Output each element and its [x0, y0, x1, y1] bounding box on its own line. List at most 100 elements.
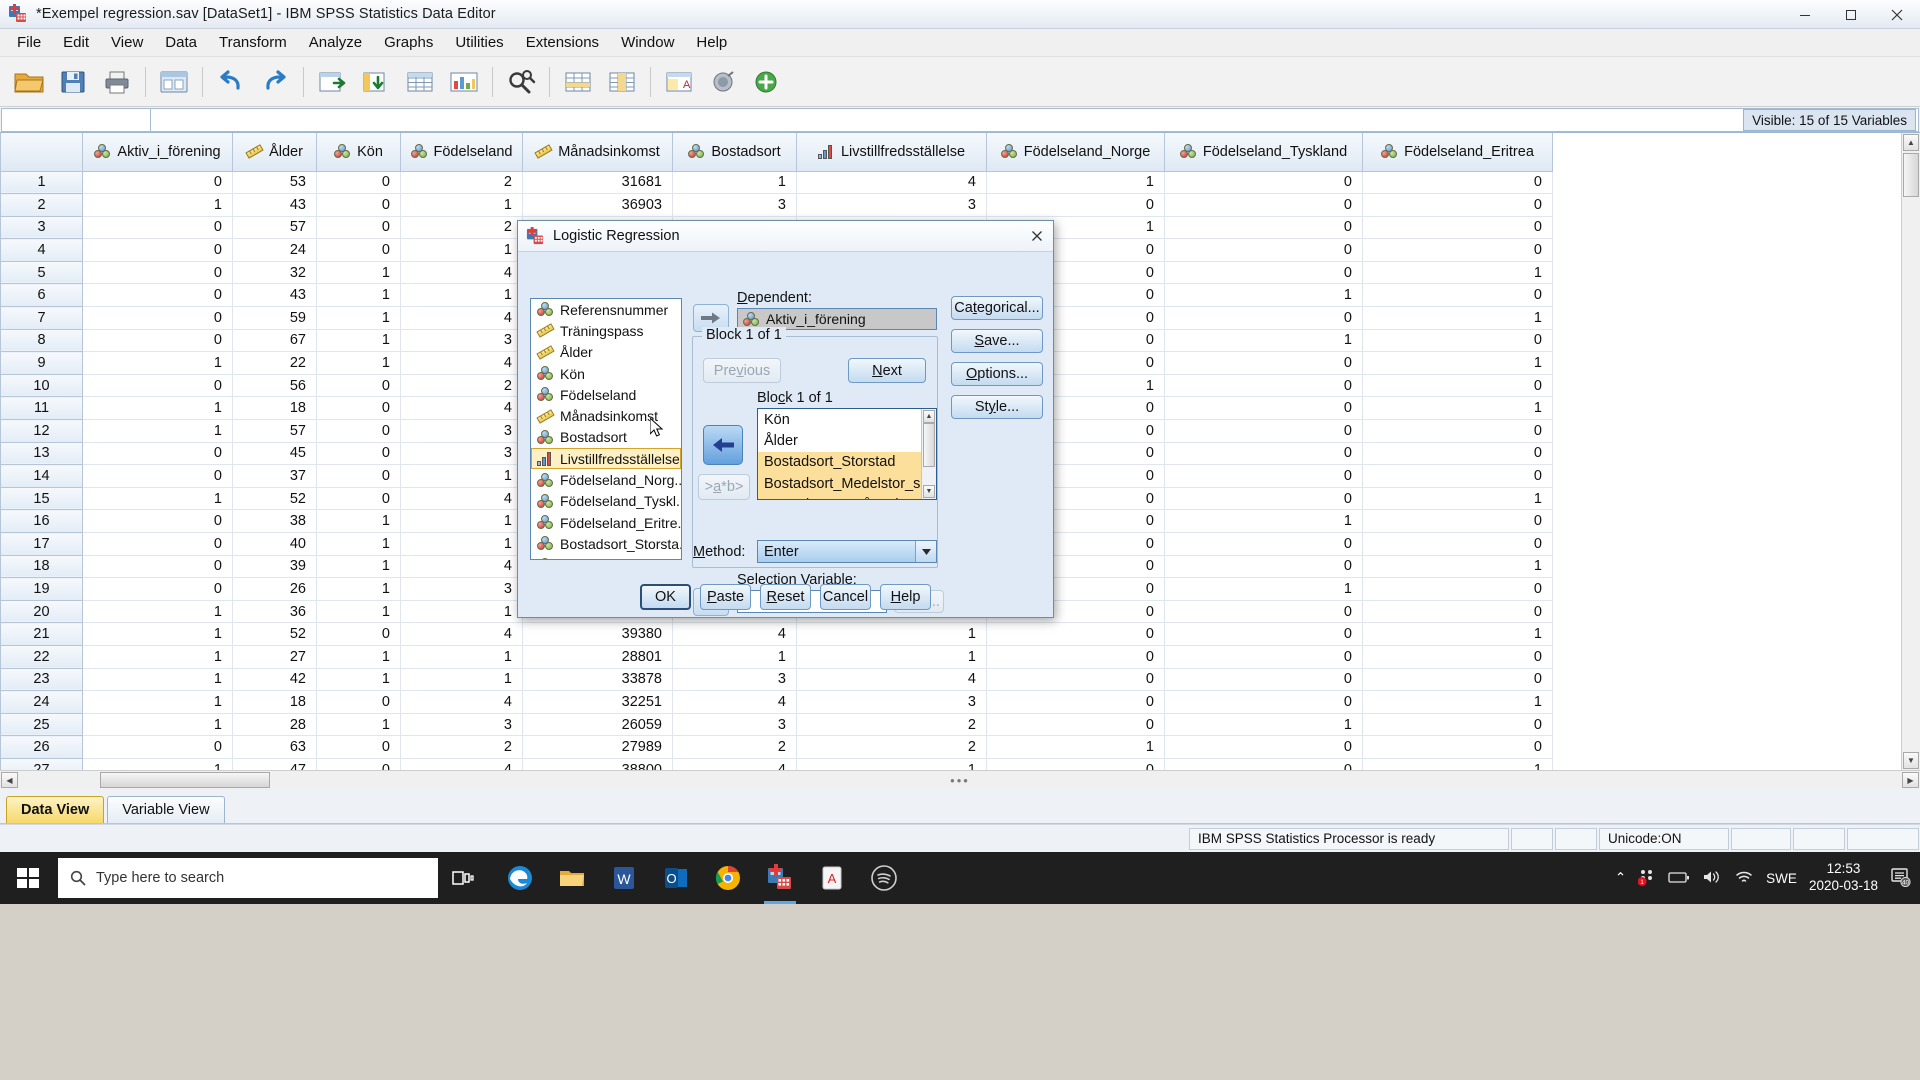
grid-cell[interactable]: 1: [1164, 283, 1363, 308]
source-variable-list[interactable]: Referensnummer Träningspass Ålder Kön Födels…: [530, 298, 682, 560]
clock[interactable]: 12:53 2020-03-18: [1809, 861, 1878, 895]
grid-cell[interactable]: 0: [1362, 171, 1553, 195]
grid-cell[interactable]: 43: [232, 193, 317, 217]
grid-cell[interactable]: 0: [1164, 668, 1363, 692]
print-icon[interactable]: [96, 61, 138, 103]
select-cases-icon[interactable]: [746, 61, 788, 103]
table-row[interactable]: 26 0 63 0 2 27989 2 2 1 0 0: [0, 735, 1553, 759]
grid-cell[interactable]: 1: [400, 283, 523, 308]
outlook-icon[interactable]: O: [652, 852, 700, 904]
grid-cell[interactable]: 0: [1362, 193, 1553, 217]
source-variable-item-7[interactable]: Livstillfredsställelse: [531, 448, 681, 470]
grid-cell[interactable]: 1: [1362, 487, 1553, 511]
row-number[interactable]: 20: [0, 600, 83, 624]
grid-cell[interactable]: 0: [1164, 758, 1363, 770]
grid-cell[interactable]: 4: [400, 555, 523, 579]
grid-cell[interactable]: 1: [82, 600, 233, 624]
table-row[interactable]: 23 1 42 1 1 33878 3 4 0 0 0: [0, 668, 1553, 692]
grid-cell[interactable]: 0: [82, 532, 233, 556]
row-number[interactable]: 16: [0, 509, 83, 533]
grid-cell[interactable]: 0: [316, 690, 401, 714]
grid-cell[interactable]: 1: [316, 283, 401, 308]
grid-cell[interactable]: 0: [1164, 600, 1363, 624]
column-header-0[interactable]: Aktiv_i_förening: [82, 133, 233, 172]
grid-cell[interactable]: 1: [1362, 351, 1553, 375]
grid-cell[interactable]: 1: [986, 735, 1165, 759]
dialog-close-button[interactable]: [1025, 225, 1049, 247]
ok-button[interactable]: OK: [640, 584, 691, 610]
grid-cell[interactable]: 1: [82, 351, 233, 375]
battery-icon[interactable]: [1668, 870, 1690, 887]
grid-cell[interactable]: 0: [82, 216, 233, 240]
grid-cell[interactable]: 52: [232, 622, 317, 646]
grid-cell[interactable]: 0: [1362, 577, 1553, 601]
covariate-item-4[interactable]: Bostadsort_Småstad: [758, 494, 936, 499]
scroll-up-icon[interactable]: ▲: [1903, 134, 1919, 151]
grid-cell[interactable]: 4: [400, 351, 523, 375]
grid-cell[interactable]: 4: [672, 758, 797, 770]
grid-cell[interactable]: 0: [1164, 306, 1363, 330]
grid-cell[interactable]: 0: [986, 758, 1165, 770]
grid-cell[interactable]: 4: [400, 306, 523, 330]
grid-cell[interactable]: 4: [400, 622, 523, 646]
row-number[interactable]: 11: [0, 396, 83, 421]
grid-cell[interactable]: 1: [82, 713, 233, 737]
grid-cell[interactable]: 0: [316, 238, 401, 262]
wifi-icon[interactable]: [1734, 869, 1754, 888]
covariate-item-3[interactable]: Bostadsort_Medelstor_s...: [758, 472, 936, 495]
grid-cell[interactable]: 1: [82, 396, 233, 421]
grid-cell[interactable]: 0: [1164, 555, 1363, 579]
grid-cell[interactable]: 0: [1164, 238, 1363, 262]
grid-cell[interactable]: 0: [82, 329, 233, 353]
source-variable-item-1[interactable]: Träningspass: [531, 320, 681, 341]
grid-cell[interactable]: 0: [316, 171, 401, 195]
insert-case-icon[interactable]: [557, 61, 599, 103]
grid-cell[interactable]: 33878: [522, 668, 673, 692]
grid-cell[interactable]: 1: [82, 419, 233, 443]
grid-cell[interactable]: 1: [1164, 329, 1363, 353]
grid-cell[interactable]: 1: [1164, 509, 1363, 533]
grid-cell[interactable]: 1: [1362, 690, 1553, 714]
grid-cell[interactable]: 59: [232, 306, 317, 330]
grid-cell[interactable]: 0: [1164, 690, 1363, 714]
move-to-covariates-button[interactable]: [703, 425, 743, 465]
grid-cell[interactable]: 1: [316, 713, 401, 737]
column-header-6[interactable]: Livstillfredsställelse: [796, 133, 987, 172]
grid-cell[interactable]: 1: [672, 645, 797, 669]
grid-cell[interactable]: 3: [400, 442, 523, 466]
run-descriptives-icon[interactable]: [443, 61, 485, 103]
row-number[interactable]: 19: [0, 577, 83, 601]
grid-cell[interactable]: 52: [232, 487, 317, 511]
grid-cell[interactable]: 0: [1362, 532, 1553, 556]
grid-cell[interactable]: 38: [232, 509, 317, 533]
grid-cell[interactable]: 3: [400, 329, 523, 353]
row-number[interactable]: 24: [0, 690, 83, 714]
grid-cell[interactable]: 1: [316, 329, 401, 353]
grid-cell[interactable]: 1: [1164, 713, 1363, 737]
grid-cell[interactable]: 0: [82, 261, 233, 285]
grid-cell[interactable]: 0: [1362, 238, 1553, 262]
grid-cell[interactable]: 0: [82, 464, 233, 488]
covariates-scroll-down-icon[interactable]: ▼: [923, 485, 935, 498]
source-variable-item-6[interactable]: Bostadsort: [531, 427, 681, 448]
table-row[interactable]: 1 0 53 0 2 31681 1 4 1 0 0: [0, 171, 1553, 195]
grid-cell[interactable]: 0: [82, 171, 233, 195]
row-number[interactable]: 1: [0, 171, 83, 195]
grid-vertical-scrollbar[interactable]: ▲ ▼: [1901, 133, 1920, 770]
grid-cell[interactable]: 1: [1362, 758, 1553, 770]
grid-cell[interactable]: 0: [316, 464, 401, 488]
grid-cell[interactable]: 2: [400, 735, 523, 759]
close-button[interactable]: [1874, 0, 1920, 29]
row-number[interactable]: 5: [0, 261, 83, 285]
cancel-button[interactable]: Cancel: [820, 584, 871, 610]
row-number[interactable]: 15: [0, 487, 83, 511]
row-number[interactable]: 9: [0, 351, 83, 375]
grid-cell[interactable]: 0: [1362, 735, 1553, 759]
grid-cell[interactable]: 1: [82, 193, 233, 217]
grid-cell[interactable]: 0: [316, 735, 401, 759]
grid-cell[interactable]: 4: [796, 668, 987, 692]
task-view-icon[interactable]: [438, 852, 488, 904]
language-indicator[interactable]: SWE: [1766, 871, 1797, 886]
grid-cell[interactable]: 1: [316, 306, 401, 330]
source-variable-item-12[interactable]: Bostadsort_Medels...: [531, 555, 681, 559]
